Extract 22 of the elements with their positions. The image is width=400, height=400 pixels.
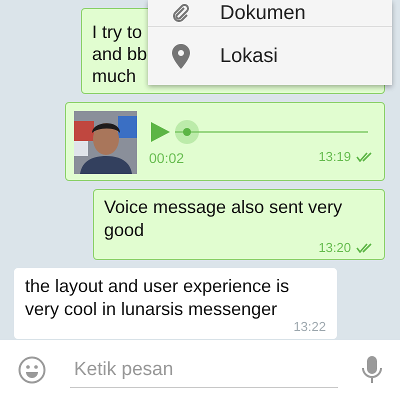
message-text: the layout and user experience is very cool in lunarsis messenger: [25, 275, 290, 321]
message-text: I try to: [92, 21, 142, 43]
message-text: much: [92, 65, 136, 87]
menu-item-label: Dokumen: [220, 2, 306, 24]
progress-thumb[interactable]: [175, 120, 199, 144]
message-input-field[interactable]: Ketik pesan: [70, 352, 338, 388]
menu-item[interactable]: Lokasi: [148, 27, 392, 85]
voice-duration: 00:02: [149, 150, 184, 166]
paperclip-icon: [172, 4, 190, 22]
microphone-icon[interactable]: [362, 356, 382, 384]
double-check-icon: [356, 242, 374, 252]
message-time: 13:20: [318, 240, 351, 255]
message-time: 13:22: [293, 319, 326, 334]
smiley-icon[interactable]: [18, 356, 46, 384]
message-text: and bb: [92, 43, 148, 65]
message-time: 13:19: [318, 149, 351, 164]
play-icon[interactable]: [149, 120, 171, 142]
menu-item[interactable]: Dokumen: [148, 0, 392, 27]
menu-item-label: Lokasi: [220, 44, 278, 68]
message-text: Voice message also sent very good: [104, 196, 344, 242]
location-pin-icon: [172, 44, 190, 68]
double-check-icon: [356, 152, 374, 162]
